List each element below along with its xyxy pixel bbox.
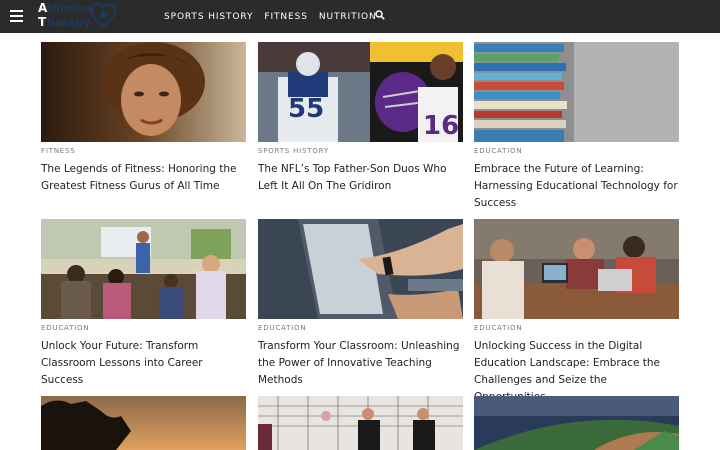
- article-card: [41, 396, 246, 450]
- article-card: [474, 396, 679, 450]
- article-title[interactable]: The Legends of Fitness: Honoring the Gre…: [41, 161, 246, 195]
- article-image-nfl[interactable]: 55 16: [258, 42, 463, 142]
- article-category[interactable]: EDUCATION: [258, 324, 463, 334]
- article-title[interactable]: The NFL’s Top Father-Son Duos Who Left I…: [258, 161, 463, 195]
- nav-item-fitness[interactable]: FITNESS: [264, 12, 307, 22]
- svg-text:55: 55: [288, 94, 324, 124]
- article-title[interactable]: Transform Your Classroom: Unleashing the…: [258, 338, 463, 389]
- site-header: A T thletics herapy SPORTS HISTORY FITNE…: [0, 0, 720, 33]
- article-category[interactable]: SPORTS HISTORY: [258, 147, 463, 157]
- main-nav: SPORTS HISTORY FITNESS NUTRITION: [164, 0, 388, 33]
- logo-words: thletics herapy: [47, 2, 94, 29]
- article-category[interactable]: FITNESS: [41, 147, 246, 157]
- article-image-students[interactable]: [474, 219, 679, 319]
- article-image-books[interactable]: [474, 42, 679, 142]
- search-icon[interactable]: [375, 10, 385, 20]
- logo-letters: A T: [38, 1, 48, 29]
- article-card: [258, 396, 463, 450]
- heart-star-icon: [89, 2, 117, 29]
- article-image-fitness-legend[interactable]: [41, 42, 246, 142]
- article-card: EDUCATION Unlocking Success in the Digit…: [474, 219, 679, 406]
- article-card: EDUCATION Transform Your Classroom: Unle…: [258, 219, 463, 389]
- article-card: EDUCATION Unlock Your Future: Transform …: [41, 219, 246, 389]
- menu-icon[interactable]: [10, 10, 23, 22]
- article-image-sunset-silhouette[interactable]: [41, 396, 246, 450]
- article-image-laptop[interactable]: [258, 219, 463, 319]
- article-card: EDUCATION Embrace the Future of Learning…: [474, 42, 679, 212]
- article-card: FITNESS The Legends of Fitness: Honoring…: [41, 42, 246, 195]
- svg-text:16: 16: [423, 111, 459, 141]
- article-card: 55 16 SPORTS HISTORY The NFL’s Top Fathe…: [258, 42, 463, 195]
- site-logo[interactable]: A T thletics herapy: [38, 1, 120, 31]
- nav-item-nutrition[interactable]: NUTRITION: [319, 12, 377, 22]
- article-image-volleyball[interactable]: [258, 396, 463, 450]
- article-title[interactable]: Unlock Your Future: Transform Classroom …: [41, 338, 246, 389]
- article-title[interactable]: Embrace the Future of Learning: Harnessi…: [474, 161, 679, 212]
- article-image-stadium[interactable]: [474, 396, 679, 450]
- nav-item-sports-history[interactable]: SPORTS HISTORY: [164, 12, 253, 22]
- article-category[interactable]: EDUCATION: [474, 147, 679, 157]
- article-image-classroom[interactable]: [41, 219, 246, 319]
- article-category[interactable]: EDUCATION: [474, 324, 679, 334]
- article-category[interactable]: EDUCATION: [41, 324, 246, 334]
